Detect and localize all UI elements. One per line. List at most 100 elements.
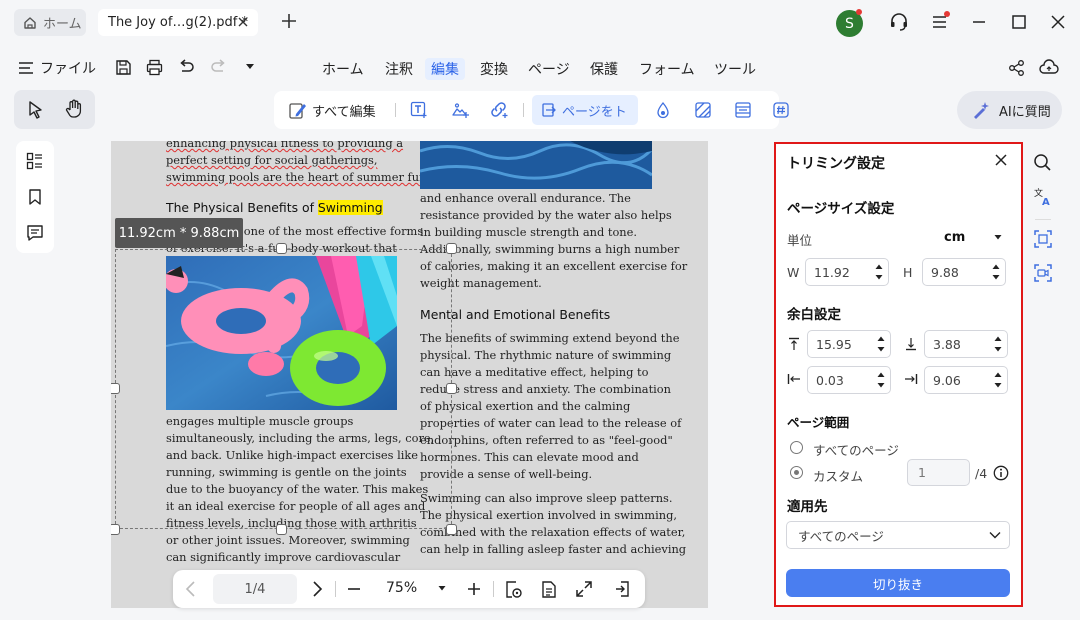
crop-handle-right[interactable] — [446, 383, 457, 394]
file-menu[interactable]: ファイル — [18, 58, 96, 78]
redo-icon[interactable] — [210, 59, 227, 76]
menu-edit[interactable]: 編集 — [425, 58, 465, 80]
doc-line: combined with the relaxation effects of … — [420, 525, 686, 539]
add-image-icon[interactable] — [451, 101, 469, 119]
page-number-field[interactable]: 1/4 — [213, 574, 297, 604]
apply-to-select[interactable]: すべてのページ — [786, 521, 1010, 549]
menu-annotate[interactable]: 注釈 — [385, 58, 413, 80]
headset-icon[interactable] — [889, 11, 909, 33]
margin-left-input[interactable]: 0.03 — [807, 366, 891, 394]
ask-ai-button[interactable]: AIに質問 — [957, 91, 1062, 129]
cloud-icon[interactable] — [1039, 59, 1059, 77]
edit-toolbar: すべて編集 ページをト — [274, 91, 789, 129]
select-cursor-icon[interactable] — [27, 100, 45, 119]
stepper-icon[interactable] — [877, 335, 885, 353]
zoom-level[interactable]: 75% — [386, 580, 417, 596]
watermark-icon[interactable] — [654, 101, 672, 119]
minimize-icon[interactable] — [969, 11, 989, 33]
divider — [335, 581, 336, 597]
quick-access-dropdown-icon[interactable] — [245, 63, 255, 71]
unit-select[interactable]: cm — [936, 228, 1008, 248]
crop-handle-top-right[interactable] — [446, 243, 457, 254]
close-tab-icon[interactable] — [236, 15, 250, 29]
crop-handle-top[interactable] — [276, 243, 287, 254]
close-window-icon[interactable] — [1048, 11, 1068, 33]
menu-page[interactable]: ページ — [528, 58, 570, 80]
comment-icon[interactable] — [26, 224, 44, 242]
close-panel-icon[interactable] — [994, 153, 1008, 167]
previous-page-icon[interactable] — [184, 580, 198, 598]
margin-top-input[interactable]: 15.95 — [807, 330, 891, 358]
crop-handle-bottom[interactable] — [276, 524, 287, 535]
header-footer-icon[interactable] — [734, 101, 752, 119]
tab-document[interactable]: The Joy of…g(2).pdf * — [98, 9, 258, 36]
stepper-icon[interactable] — [875, 263, 883, 281]
stepper-icon[interactable] — [877, 371, 885, 389]
margin-bottom-icon — [905, 337, 917, 351]
save-icon[interactable] — [115, 59, 132, 76]
crop-handle-bottom-left[interactable] — [111, 524, 120, 535]
undo-icon[interactable] — [178, 59, 195, 76]
fullscreen-icon[interactable] — [575, 580, 593, 598]
next-page-icon[interactable] — [310, 580, 324, 598]
add-text-icon[interactable] — [410, 101, 428, 119]
search-icon[interactable] — [1033, 153, 1052, 172]
radio-all-pages[interactable] — [790, 441, 803, 454]
unit-label: 単位 — [787, 233, 813, 248]
add-tab-icon[interactable] — [279, 11, 299, 31]
hand-tool-icon[interactable] — [64, 99, 84, 119]
zoom-in-icon[interactable] — [466, 581, 482, 597]
menu-convert[interactable]: 変換 — [480, 58, 508, 80]
crop-selection-frame[interactable] — [115, 249, 452, 529]
info-icon[interactable] — [993, 465, 1009, 481]
margin-top-icon — [788, 337, 800, 351]
doc-line: properties of water can lead to the rele… — [420, 416, 682, 430]
fit-page-icon[interactable] — [504, 580, 523, 599]
crop-handle-bottom-right[interactable] — [446, 524, 457, 535]
height-input[interactable]: 9.88 — [922, 258, 1006, 286]
share-icon[interactable] — [1008, 59, 1026, 77]
document-viewport[interactable]: enhancing physical fitness to providing … — [111, 141, 708, 608]
doc-line: enhancing physical fitness to providing … — [166, 141, 404, 150]
translate-icon[interactable]: 文A — [1033, 187, 1053, 207]
bookmark-icon[interactable] — [26, 188, 44, 206]
margin-left-icon — [787, 373, 801, 385]
exit-icon[interactable] — [613, 580, 631, 598]
stepper-icon[interactable] — [994, 371, 1002, 389]
add-link-icon[interactable] — [489, 101, 509, 119]
stepper-icon[interactable] — [992, 263, 1000, 281]
margin-bottom-input[interactable]: 3.88 — [924, 330, 1008, 358]
menu-tools[interactable]: ツール — [714, 58, 756, 80]
thumbnails-icon[interactable] — [26, 152, 44, 170]
tab-home[interactable]: ホーム — [14, 9, 86, 36]
menu-form[interactable]: フォーム — [639, 58, 695, 80]
screen-record-icon[interactable] — [1033, 263, 1053, 283]
hamburger-menu-icon[interactable] — [930, 11, 950, 33]
maximize-icon[interactable] — [1009, 11, 1029, 33]
print-icon[interactable] — [146, 59, 163, 76]
crop-frame-icon[interactable] — [1033, 229, 1053, 249]
edit-all-button[interactable]: すべて編集 — [288, 98, 376, 122]
margin-right-input[interactable]: 9.06 — [924, 366, 1008, 394]
crop-button[interactable]: 切り抜き — [786, 569, 1010, 597]
doc-line: and enhance overall endurance. The — [420, 191, 631, 205]
bates-number-icon[interactable] — [772, 101, 790, 119]
custom-page-input[interactable]: 1 — [907, 459, 970, 486]
crop-page-icon — [540, 101, 558, 119]
menu-home[interactable]: ホーム — [322, 58, 364, 80]
crop-page-label: ページをト — [562, 104, 627, 120]
crop-page-button[interactable]: ページをト — [532, 95, 638, 125]
pdf-page[interactable]: enhancing physical fitness to providing … — [111, 141, 708, 608]
menu-protect[interactable]: 保護 — [590, 58, 618, 80]
zoom-dropdown-icon[interactable] — [438, 585, 446, 592]
stepper-icon[interactable] — [994, 335, 1002, 353]
width-label: W — [787, 265, 800, 280]
background-icon[interactable] — [694, 101, 712, 119]
zoom-out-icon[interactable] — [346, 582, 362, 596]
width-input[interactable]: 11.92 — [805, 258, 889, 286]
margin-right-icon — [904, 373, 918, 385]
radio-custom[interactable] — [790, 466, 803, 479]
single-page-icon[interactable] — [540, 580, 558, 599]
doc-line: The physical exertion involved in swimmi… — [420, 508, 678, 522]
crop-handle-left[interactable] — [111, 383, 120, 394]
